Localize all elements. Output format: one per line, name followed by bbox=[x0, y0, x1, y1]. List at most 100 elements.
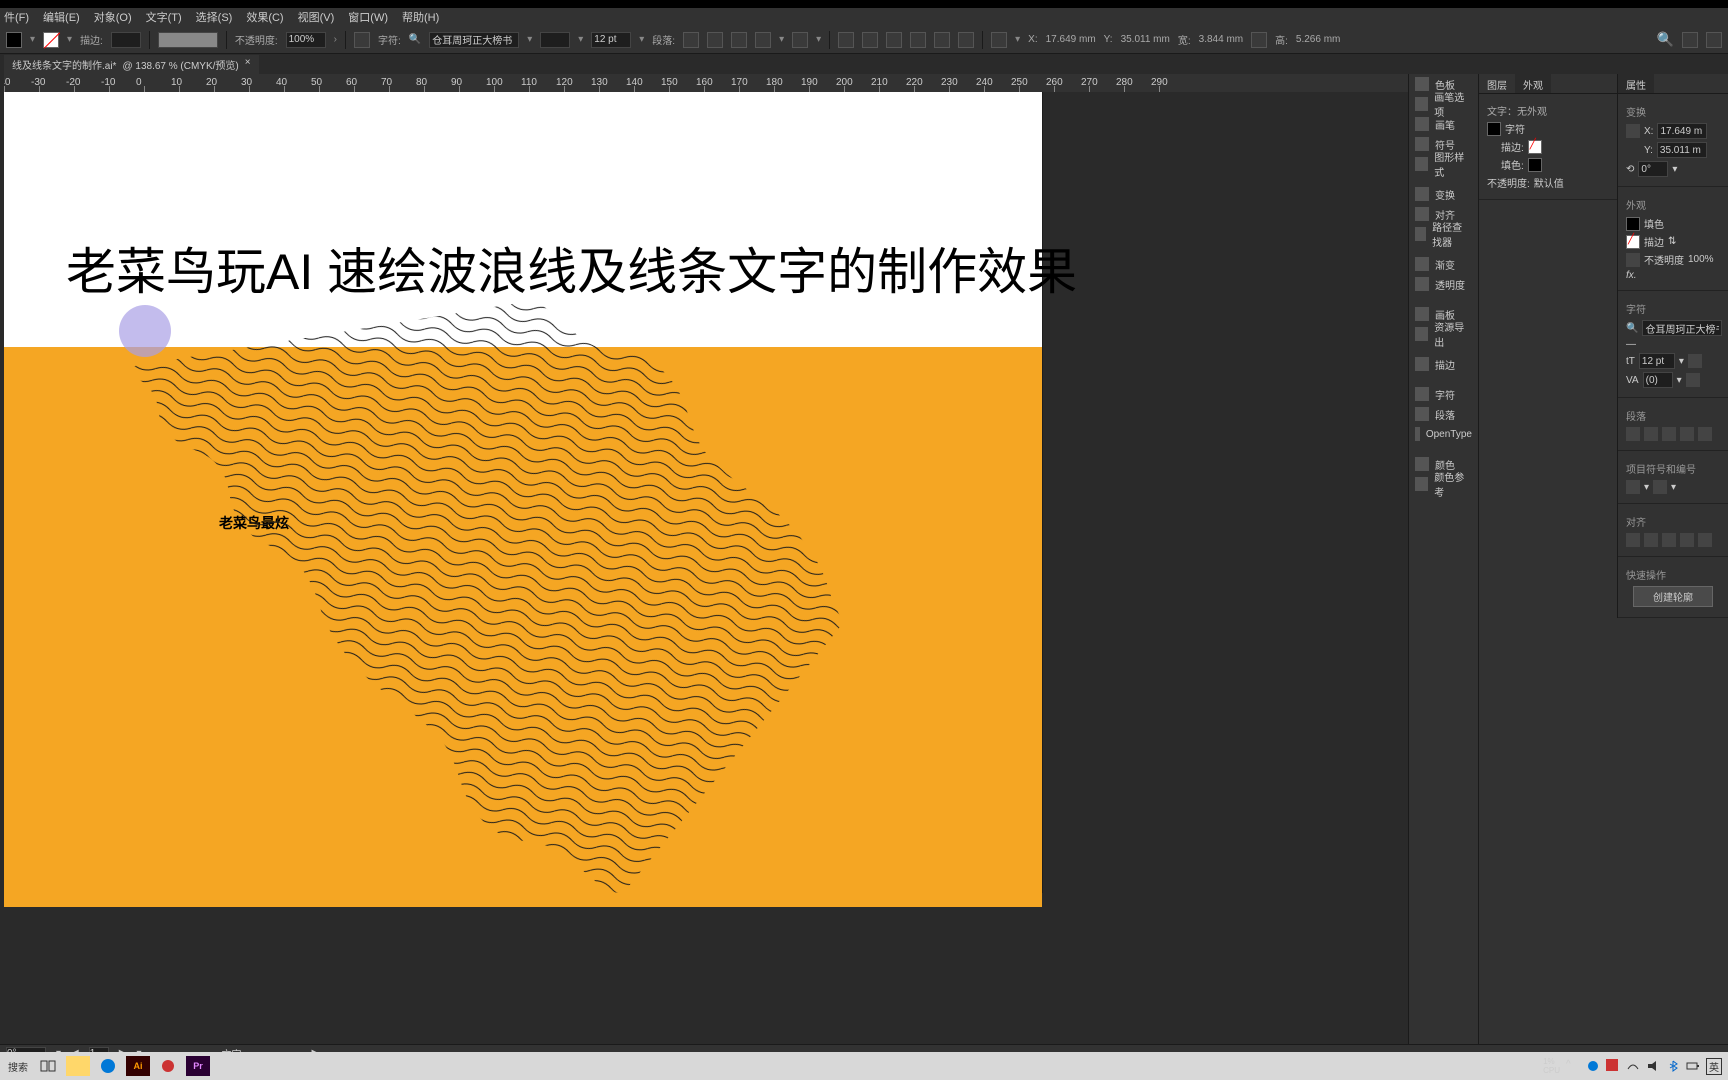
align-obj-4-icon[interactable] bbox=[934, 32, 950, 48]
menu-object[interactable]: 对象(O) bbox=[94, 9, 132, 25]
search-taskbar[interactable]: 搜索 bbox=[6, 1056, 30, 1076]
tray-speaker-icon[interactable] bbox=[1646, 1059, 1660, 1073]
dock-item-图形样式[interactable]: 图形样式 bbox=[1409, 154, 1478, 174]
recolor-icon[interactable] bbox=[354, 32, 370, 48]
obj-align-3[interactable] bbox=[1662, 533, 1676, 547]
system-tray[interactable]: 1% CPU ^ 英 bbox=[1543, 1057, 1722, 1075]
fx-icon[interactable]: fx. bbox=[1626, 270, 1637, 281]
dock-item-渐变[interactable]: 渐变 bbox=[1409, 254, 1478, 274]
props-size-input[interactable] bbox=[1639, 353, 1675, 369]
leading-icon[interactable] bbox=[1688, 354, 1702, 368]
menu-effect[interactable]: 效果(C) bbox=[246, 9, 283, 25]
obj-align-1[interactable] bbox=[1626, 533, 1640, 547]
menu-help[interactable]: 帮助(H) bbox=[402, 9, 439, 25]
para-align-5[interactable] bbox=[1698, 427, 1712, 441]
menu-type[interactable]: 文字(T) bbox=[146, 9, 182, 25]
dock-item-画笔选项[interactable]: 画笔选项 bbox=[1409, 94, 1478, 114]
tray-wifi-icon[interactable] bbox=[1626, 1059, 1640, 1073]
tab-layers[interactable]: 图层 bbox=[1479, 74, 1515, 93]
props-opacity-icon[interactable] bbox=[1626, 253, 1640, 267]
explorer-icon[interactable] bbox=[66, 1056, 90, 1076]
stroke-weight-stepper[interactable]: ⇅ bbox=[1668, 236, 1676, 247]
align-obj-2-icon[interactable] bbox=[886, 32, 902, 48]
link-wh-icon[interactable] bbox=[1251, 32, 1267, 48]
search-font-icon[interactable]: 🔍 bbox=[409, 34, 421, 45]
menu-select[interactable]: 选择(S) bbox=[196, 9, 233, 25]
font-family-input[interactable] bbox=[429, 32, 519, 48]
obj-align-5[interactable] bbox=[1698, 533, 1712, 547]
para-align-4[interactable] bbox=[1680, 427, 1694, 441]
tab-appearance[interactable]: 外观 bbox=[1515, 74, 1551, 93]
dock-item-透明度[interactable]: 透明度 bbox=[1409, 274, 1478, 294]
tray-shield-icon[interactable] bbox=[1606, 1059, 1620, 1073]
record-icon[interactable] bbox=[156, 1056, 180, 1076]
xform-icon[interactable] bbox=[838, 32, 854, 48]
dock-item-字符[interactable]: 字符 bbox=[1409, 384, 1478, 404]
para-align-2[interactable] bbox=[1644, 427, 1658, 441]
ref-point-icon[interactable] bbox=[991, 32, 1007, 48]
taskview-icon[interactable] bbox=[36, 1056, 60, 1076]
tray-up-icon[interactable]: ^ bbox=[1566, 1059, 1580, 1073]
menu-view[interactable]: 视图(V) bbox=[298, 9, 335, 25]
ref-point-grid[interactable] bbox=[1626, 124, 1640, 138]
obj-align-2[interactable] bbox=[1644, 533, 1658, 547]
number-icon[interactable] bbox=[1653, 480, 1667, 494]
tab-close-icon[interactable]: × bbox=[245, 57, 251, 72]
align-right-icon[interactable] bbox=[731, 32, 747, 48]
font-size-input[interactable] bbox=[591, 32, 631, 48]
edge-icon[interactable] bbox=[96, 1056, 120, 1076]
fill-swatch[interactable] bbox=[6, 32, 22, 48]
para-align-3[interactable] bbox=[1662, 427, 1676, 441]
props-x-input[interactable] bbox=[1657, 123, 1707, 139]
tray-ime-icon[interactable]: 英 bbox=[1706, 1058, 1722, 1075]
align-obj-5-icon[interactable] bbox=[958, 32, 974, 48]
appearance-opacity[interactable]: 不透明度: bbox=[1487, 175, 1530, 190]
props-tracking-input[interactable] bbox=[1643, 372, 1673, 388]
list-icon[interactable] bbox=[755, 32, 771, 48]
menu-edit[interactable]: 编辑(E) bbox=[43, 9, 80, 25]
align-left-icon[interactable] bbox=[683, 32, 699, 48]
props-fill-swatch[interactable] bbox=[1626, 217, 1640, 231]
char-swatch[interactable] bbox=[1487, 122, 1501, 136]
dock-item-段落[interactable]: 段落 bbox=[1409, 404, 1478, 424]
create-outlines-button[interactable]: 创建轮廓 bbox=[1633, 586, 1713, 607]
scrollbar-vertical[interactable] bbox=[1396, 92, 1408, 1044]
document-tab[interactable]: 线及线条文字的制作.ai* @ 138.67 % (CMYK/预览) × bbox=[4, 55, 259, 74]
premiere-icon[interactable]: Pr bbox=[186, 1056, 210, 1076]
tray-onedrive-icon[interactable] bbox=[1586, 1059, 1600, 1073]
panel-ico-1[interactable] bbox=[1682, 32, 1698, 48]
menu-file[interactable]: 件(F) bbox=[4, 9, 29, 25]
dock-item-路径查找器[interactable]: 路径查找器 bbox=[1409, 224, 1478, 244]
dock-item-变换[interactable]: 变换 bbox=[1409, 184, 1478, 204]
stroke-swatch-none[interactable]: ╱ bbox=[1528, 140, 1542, 154]
obj-align-4[interactable] bbox=[1680, 533, 1694, 547]
illustrator-icon[interactable]: Ai bbox=[126, 1056, 150, 1076]
opacity-input[interactable] bbox=[286, 32, 326, 48]
bullet-icon[interactable] bbox=[1626, 480, 1640, 494]
props-rot-input[interactable] bbox=[1638, 161, 1668, 177]
align-center-icon[interactable] bbox=[707, 32, 723, 48]
align-obj-3-icon[interactable] bbox=[910, 32, 926, 48]
fill-swatch-apr[interactable] bbox=[1528, 158, 1542, 172]
tray-bluetooth-icon[interactable] bbox=[1666, 1059, 1680, 1073]
stroke-width-input[interactable] bbox=[111, 32, 141, 48]
font-style-input[interactable] bbox=[540, 32, 570, 48]
dock-item-颜色参考[interactable]: 颜色参考 bbox=[1409, 474, 1478, 494]
props-stroke-swatch[interactable]: ╱ bbox=[1626, 235, 1640, 249]
dock-item-描边[interactable]: 描边 bbox=[1409, 354, 1478, 374]
props-font-input[interactable] bbox=[1642, 320, 1722, 336]
para-align-1[interactable] bbox=[1626, 427, 1640, 441]
stroke-swatch[interactable] bbox=[43, 32, 59, 48]
tab-properties[interactable]: 属性 bbox=[1618, 74, 1654, 93]
track-icon[interactable] bbox=[1686, 373, 1700, 387]
search-icon[interactable]: 🔍 bbox=[1657, 31, 1674, 48]
tray-battery-icon[interactable] bbox=[1686, 1059, 1700, 1073]
panel-ico-2[interactable] bbox=[1706, 32, 1722, 48]
align-obj-1-icon[interactable] bbox=[862, 32, 878, 48]
numbered-icon[interactable] bbox=[792, 32, 808, 48]
ruler-horizontal[interactable]: document.write(''); -40-30-20-1001020304… bbox=[4, 74, 1408, 92]
props-y-input[interactable] bbox=[1657, 142, 1707, 158]
canvas[interactable]: 老菜鸟玩AI 速绘波浪线及线条文字的制作效果 老菜鸟最炫 bbox=[4, 92, 1408, 1044]
menu-window[interactable]: 窗口(W) bbox=[348, 9, 388, 25]
dock-item-资源导出[interactable]: 资源导出 bbox=[1409, 324, 1478, 344]
